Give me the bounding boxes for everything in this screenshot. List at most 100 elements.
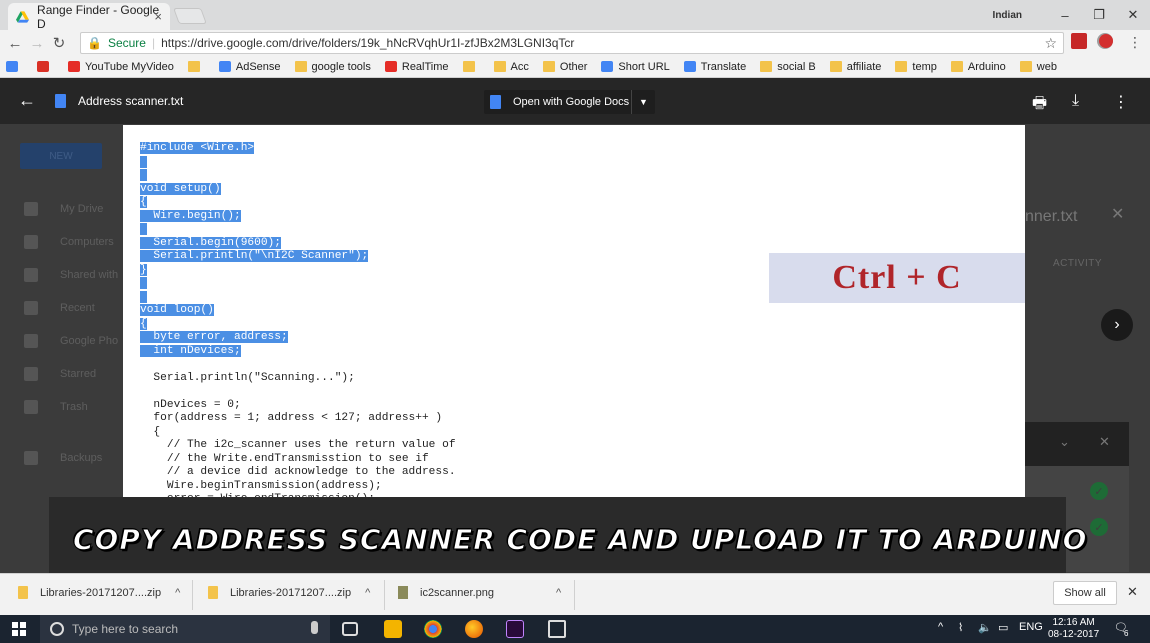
bookmark-label: Translate: [700, 60, 747, 73]
download-icon[interactable]: ⤓: [1072, 92, 1079, 110]
code-line-text: Wire.beginTransmission(address);: [140, 479, 382, 492]
bookmark-item[interactable]: social B: [760, 61, 816, 73]
code-line: // the Write.endTransmisstion to see if: [140, 453, 496, 467]
bookmark-item[interactable]: YouTube MyVideo: [68, 61, 174, 73]
code-line: [140, 169, 496, 183]
back-button[interactable]: ←: [4, 35, 26, 52]
sidebar-item[interactable]: Google Pho: [24, 334, 118, 348]
back-arrow-icon[interactable]: ←: [18, 90, 36, 111]
bookmark-item[interactable]: Short URL: [601, 61, 670, 73]
reload-button[interactable]: ↻: [48, 34, 70, 52]
profile-name[interactable]: Indian: [993, 10, 1022, 21]
divider: |: [151, 36, 156, 50]
check-icon: ✓: [1090, 518, 1108, 536]
sidebar-item[interactable]: My Drive: [24, 202, 103, 216]
maximize-button[interactable]: ❐: [1082, 7, 1116, 23]
code-line: nDevices = 0;: [140, 399, 496, 413]
chevron-up-icon[interactable]: ^: [175, 587, 180, 599]
firefox-icon[interactable]: [465, 620, 483, 638]
new-button[interactable]: NEW: [20, 143, 102, 169]
folder-icon: [829, 61, 842, 72]
show-all-button[interactable]: Show all: [1053, 581, 1117, 605]
chevron-up-icon[interactable]: ^: [365, 587, 370, 599]
sidebar-label: Google Pho: [60, 335, 119, 347]
sidebar-item[interactable]: Starred: [24, 367, 96, 381]
premiere-icon[interactable]: [506, 620, 524, 638]
forward-button[interactable]: →: [26, 35, 48, 52]
close-window-button[interactable]: ✕: [1116, 7, 1150, 23]
screen-recorder-icon[interactable]: [548, 620, 566, 638]
more-options-icon[interactable]: ⋮: [1113, 92, 1129, 112]
adblock-icon[interactable]: [1099, 34, 1113, 48]
tab-close-icon[interactable]: ×: [154, 9, 162, 24]
bookmark-item[interactable]: Translate: [683, 60, 747, 73]
bookmark-item[interactable]: web: [1019, 61, 1057, 73]
menu-icon[interactable]: ⋮: [1128, 34, 1142, 51]
bookmark-item[interactable]: Other: [542, 60, 588, 73]
bookmark-item[interactable]: AdSense: [218, 61, 281, 73]
bookmark-item[interactable]: [37, 61, 54, 72]
extension-icon[interactable]: [1071, 33, 1087, 49]
browser-toolbar: ← → ↻ 🔒 Secure | https://drive.google.co…: [0, 30, 1150, 56]
close-icon[interactable]: ✕: [1099, 434, 1110, 450]
code-line: int nDevices;: [140, 344, 496, 359]
language-indicator[interactable]: ENG: [1019, 621, 1043, 633]
bookmark-label: affiliate: [846, 60, 882, 73]
tab-title: Range Finder - Google D: [37, 2, 160, 31]
bookmark-item[interactable]: [462, 61, 480, 72]
bookmark-label: social B: [777, 60, 816, 73]
bookmark-item[interactable]: Acc: [493, 61, 529, 73]
notification-count: 6: [1124, 629, 1129, 638]
bookmark-label: Other: [559, 60, 588, 73]
upload-panel-header: ⌄ ✕: [1025, 422, 1129, 466]
clock[interactable]: 12:16 AM 08-12-2017: [1048, 617, 1099, 641]
bookmark-item[interactable]: temp: [895, 61, 937, 73]
code-line-text: for(address = 1; address < 127; address+…: [140, 412, 443, 424]
chrome-icon[interactable]: [424, 620, 442, 638]
youtube-icon: [384, 61, 397, 72]
bookmark-item[interactable]: affiliate: [829, 60, 882, 73]
minimize-button[interactable]: –: [1048, 8, 1082, 23]
bookmark-item[interactable]: google tools: [294, 61, 371, 73]
caret-down-icon[interactable]: ▼: [631, 90, 655, 114]
bookmark-star-icon[interactable]: ☆: [1044, 35, 1057, 52]
tab-range-finder[interactable]: Range Finder - Google D ×: [8, 2, 170, 31]
bookmark-item[interactable]: [187, 61, 205, 72]
download-item[interactable]: ic2scanner.png ^: [398, 586, 561, 599]
close-icon[interactable]: ✕: [1127, 584, 1138, 600]
volume-icon[interactable]: 🔈: [978, 621, 992, 634]
chevron-down-icon[interactable]: ⌄: [1059, 434, 1070, 450]
open-with-button[interactable]: Open with Google Docs ▼: [484, 90, 655, 114]
sidebar-item[interactable]: Recent: [24, 301, 95, 315]
close-icon[interactable]: ✕: [1111, 204, 1124, 224]
address-bar[interactable]: 🔒 Secure | https://drive.google.com/driv…: [80, 32, 1064, 54]
sidebar-item[interactable]: Trash: [24, 400, 88, 414]
google-g-icon: [218, 61, 231, 72]
taskbar-search[interactable]: Type here to search: [40, 615, 330, 643]
url-text[interactable]: https://drive.google.com/drive/folders/1…: [161, 36, 574, 50]
tab-activity[interactable]: ACTIVITY: [1053, 258, 1102, 269]
check-icon: ✓: [1090, 482, 1108, 500]
sidebar-item[interactable]: Computers: [24, 235, 114, 249]
bookmark-item[interactable]: [6, 61, 23, 72]
download-item[interactable]: Libraries-20171207....zip ^: [18, 586, 180, 599]
microphone-icon[interactable]: [311, 621, 318, 634]
task-view-icon[interactable]: [342, 622, 358, 636]
download-item[interactable]: Libraries-20171207....zip ^: [208, 586, 370, 599]
code-line: Wire.begin();: [140, 209, 496, 224]
bookmark-item[interactable]: RealTime: [384, 61, 449, 73]
code-line-text: [140, 155, 147, 168]
windows-start-icon[interactable]: [12, 622, 26, 636]
print-icon[interactable]: 🖶: [1032, 92, 1047, 119]
battery-icon[interactable]: ▭: [998, 621, 1008, 634]
next-file-button[interactable]: ›: [1101, 309, 1133, 341]
sidebar-item[interactable]: Backups: [24, 451, 102, 465]
chevron-up-icon[interactable]: ^: [938, 621, 943, 633]
code-line-text: {: [140, 196, 147, 208]
chevron-up-icon[interactable]: ^: [556, 587, 561, 599]
new-tab-button[interactable]: [173, 8, 207, 24]
sidebar-item[interactable]: Shared with: [24, 268, 118, 282]
network-icon[interactable]: ⌇: [958, 621, 963, 634]
file-explorer-icon[interactable]: [384, 620, 402, 638]
bookmark-item[interactable]: Arduino: [950, 61, 1006, 73]
